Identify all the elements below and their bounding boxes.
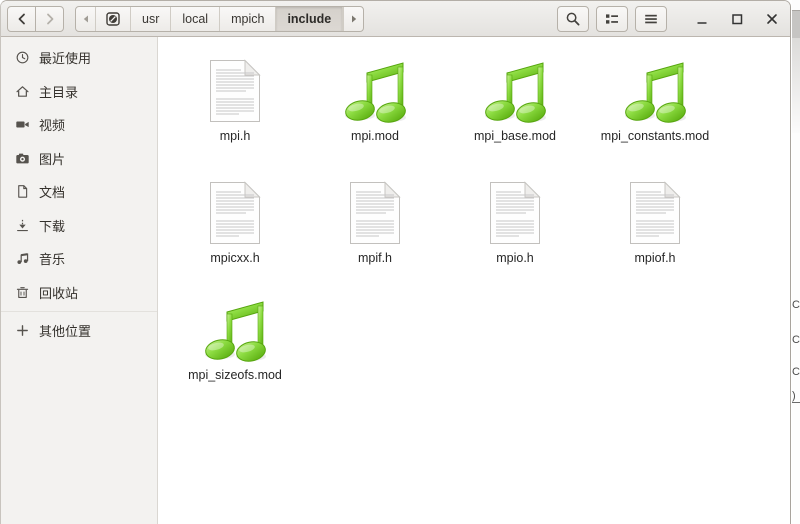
- background-window-sliver: CT CT CS ): [792, 0, 800, 524]
- search-button[interactable]: [557, 6, 589, 32]
- sidebar-item-label: 主目录: [39, 82, 78, 101]
- sidebar-item-label: 视频: [39, 115, 65, 134]
- breadcrumb-mpich[interactable]: mpich: [220, 7, 276, 31]
- sidebar-item-label: 音乐: [39, 249, 65, 268]
- videos-icon: [15, 117, 30, 132]
- trash-icon: [15, 285, 30, 300]
- background-window-titlebar: [792, 10, 800, 39]
- breadcrumb-include-current[interactable]: include: [276, 7, 343, 31]
- sidebar-item-label: 最近使用: [39, 48, 91, 67]
- file-manager-window: usr local mpich include: [0, 0, 791, 524]
- sidebar-item-label: 文档: [39, 182, 65, 201]
- audio-file-icon: [483, 61, 547, 123]
- file-item[interactable]: mpio.h: [445, 175, 585, 266]
- file-name: mpif.h: [305, 251, 445, 266]
- file-name: mpi_constants.mod: [585, 129, 725, 144]
- forward-button[interactable]: [35, 6, 64, 32]
- home-icon: [15, 84, 30, 99]
- file-item[interactable]: mpi_constants.mod: [585, 53, 725, 144]
- background-text-fragment: ): [792, 390, 800, 403]
- file-grid: mpi.h mpi.mod mpi_base.mod mpi_constants…: [158, 37, 790, 524]
- menu-button[interactable]: [635, 6, 667, 32]
- text-file-icon: [209, 59, 261, 123]
- sidebar-item-music[interactable]: 音乐: [1, 242, 157, 276]
- file-name: mpi_sizeofs.mod: [165, 368, 305, 383]
- text-file-icon: [209, 181, 261, 245]
- maximize-button[interactable]: [725, 6, 749, 32]
- hamburger-menu-icon: [643, 11, 659, 27]
- minimize-icon: [694, 11, 710, 27]
- text-file-icon: [629, 181, 681, 245]
- list-view-icon: [604, 11, 620, 27]
- breadcrumb-usr[interactable]: usr: [131, 7, 171, 31]
- background-text-fragment: CT: [792, 334, 800, 346]
- file-item[interactable]: mpiof.h: [585, 175, 725, 266]
- pictures-camera-icon: [15, 151, 30, 166]
- file-name: mpio.h: [445, 251, 585, 266]
- audio-file-icon: [623, 61, 687, 123]
- search-icon: [565, 11, 581, 27]
- text-file-icon: [349, 181, 401, 245]
- sidebar-item-label: 图片: [39, 149, 65, 168]
- background-text-fragment: CT: [792, 299, 800, 311]
- breadcrumb-filesystem-root[interactable]: [96, 7, 131, 31]
- places-sidebar: 最近使用 主目录 视频: [1, 37, 158, 524]
- sidebar-item-downloads[interactable]: 下载: [1, 209, 157, 243]
- sidebar-item-label: 回收站: [39, 283, 78, 302]
- audio-file-icon: [203, 300, 267, 362]
- sidebar-item-recent[interactable]: 最近使用: [1, 41, 157, 75]
- window-controls: [679, 6, 784, 32]
- path-scroll-left-button[interactable]: [76, 7, 96, 31]
- file-item[interactable]: mpi_sizeofs.mod: [165, 292, 305, 383]
- music-note-icon: [15, 251, 30, 266]
- path-scroll-right-button[interactable]: [343, 7, 363, 31]
- sidebar-item-label: 其他位置: [39, 321, 91, 340]
- close-button[interactable]: [760, 6, 784, 32]
- sidebar-item-pictures[interactable]: 图片: [1, 142, 157, 176]
- forward-chevron-icon: [42, 11, 58, 27]
- sidebar-item-label: 下载: [39, 216, 65, 235]
- sidebar-separator: [1, 311, 157, 312]
- triangle-right-icon: [349, 14, 359, 24]
- sidebar-item-documents[interactable]: 文档: [1, 175, 157, 209]
- file-item[interactable]: mpi_base.mod: [445, 53, 585, 144]
- sidebar-item-home[interactable]: 主目录: [1, 75, 157, 109]
- sidebar-item-trash[interactable]: 回收站: [1, 276, 157, 310]
- file-item[interactable]: mpif.h: [305, 175, 445, 266]
- file-item[interactable]: mpi.h: [165, 53, 305, 144]
- file-name: mpi_base.mod: [445, 129, 585, 144]
- view-toggle-button[interactable]: [596, 6, 628, 32]
- file-name: mpicxx.h: [165, 251, 305, 266]
- minimize-button[interactable]: [690, 6, 714, 32]
- documents-icon: [15, 184, 30, 199]
- background-window-toolbar: [792, 38, 800, 133]
- close-icon: [764, 11, 780, 27]
- plus-icon: [15, 323, 30, 338]
- background-text-fragment: CS: [792, 366, 800, 378]
- header-bar: usr local mpich include: [1, 1, 790, 37]
- breadcrumb-local[interactable]: local: [171, 7, 220, 31]
- file-item[interactable]: mpi.mod: [305, 53, 445, 144]
- sidebar-item-videos[interactable]: 视频: [1, 108, 157, 142]
- path-bar: usr local mpich include: [75, 6, 364, 32]
- file-name: mpi.mod: [305, 129, 445, 144]
- sidebar-item-other-locations[interactable]: 其他位置: [1, 314, 157, 348]
- recent-clock-icon: [15, 50, 30, 65]
- back-button[interactable]: [7, 6, 36, 32]
- back-chevron-icon: [14, 11, 30, 27]
- window-content: 最近使用 主目录 视频: [1, 37, 790, 524]
- downloads-icon: [15, 218, 30, 233]
- file-name: mpiof.h: [585, 251, 725, 266]
- triangle-left-icon: [81, 14, 91, 24]
- file-item[interactable]: mpicxx.h: [165, 175, 305, 266]
- text-file-icon: [489, 181, 541, 245]
- audio-file-icon: [343, 61, 407, 123]
- file-name: mpi.h: [165, 129, 305, 144]
- navigation-buttons: [7, 6, 64, 32]
- maximize-icon: [729, 11, 745, 27]
- harddisk-icon: [105, 11, 121, 27]
